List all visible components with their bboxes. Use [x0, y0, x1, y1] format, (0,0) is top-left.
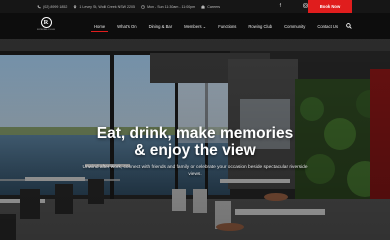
main-navbar: R ROWING CLUB Home What's On Dining & Ba…: [0, 13, 390, 39]
phone-icon: [37, 4, 41, 8]
logo-mark: R: [40, 17, 52, 28]
contact-info: (02) 8999 1852 1 Levey St, Wolli Creek N…: [37, 5, 226, 9]
phone-number: (02) 8999 1852: [43, 4, 68, 9]
logo-subtext: ROWING CLUB: [37, 29, 55, 31]
main-nav: Home What's On Dining & Bar Members ⌄ Fu…: [88, 13, 344, 39]
nav-item-community[interactable]: Community: [278, 13, 311, 39]
hero-banner: Eat, drink, make memories & enjoy the vi…: [0, 39, 390, 240]
nav-item-contact-us[interactable]: Contact Us: [311, 13, 344, 39]
location-pin-icon: [74, 4, 77, 9]
careers-link[interactable]: Careers: [201, 5, 220, 9]
facebook-icon[interactable]: f: [280, 3, 281, 10]
top-info-bar: (02) 8999 1852 1 Levey St, Wolli Creek N…: [0, 0, 390, 13]
nav-item-rowing-club[interactable]: Rowing Club: [242, 13, 278, 39]
search-icon[interactable]: [346, 23, 352, 29]
book-now-button[interactable]: Book Now: [308, 0, 352, 13]
hero-subtext: Unwind after work, connect with friends …: [82, 165, 308, 177]
site-logo[interactable]: R ROWING CLUB: [37, 17, 55, 35]
nav-item-dining-bar[interactable]: Dining & Bar: [143, 13, 179, 39]
nav-item-home[interactable]: Home: [88, 13, 111, 39]
careers-label: Careers: [207, 4, 221, 9]
nav-item-members[interactable]: Members ⌄: [178, 13, 212, 39]
hero-headline-line2: & enjoy the view: [134, 142, 256, 159]
hours-text: Mon - Sun 11:30am - 11:00pm: [147, 4, 196, 9]
nav-item-functions[interactable]: Functions: [212, 13, 242, 39]
nav-item-whats-on[interactable]: What's On: [111, 13, 142, 39]
address-text: 1 Levey St, Wolli Creek NSW 2205: [79, 4, 136, 9]
hours-item: Mon - Sun 11:30am - 11:00pm: [141, 5, 195, 9]
clock-icon: [141, 4, 145, 9]
address-item[interactable]: 1 Levey St, Wolli Creek NSW 2205: [73, 5, 135, 9]
hero-headline-line1: Eat, drink, make memories: [96, 125, 294, 142]
hero-headline: Eat, drink, make memories & enjoy the vi…: [0, 125, 390, 159]
social-links: f: [280, 3, 308, 10]
briefcase-icon: [201, 4, 205, 9]
phone-item[interactable]: (02) 8999 1852: [37, 5, 67, 9]
